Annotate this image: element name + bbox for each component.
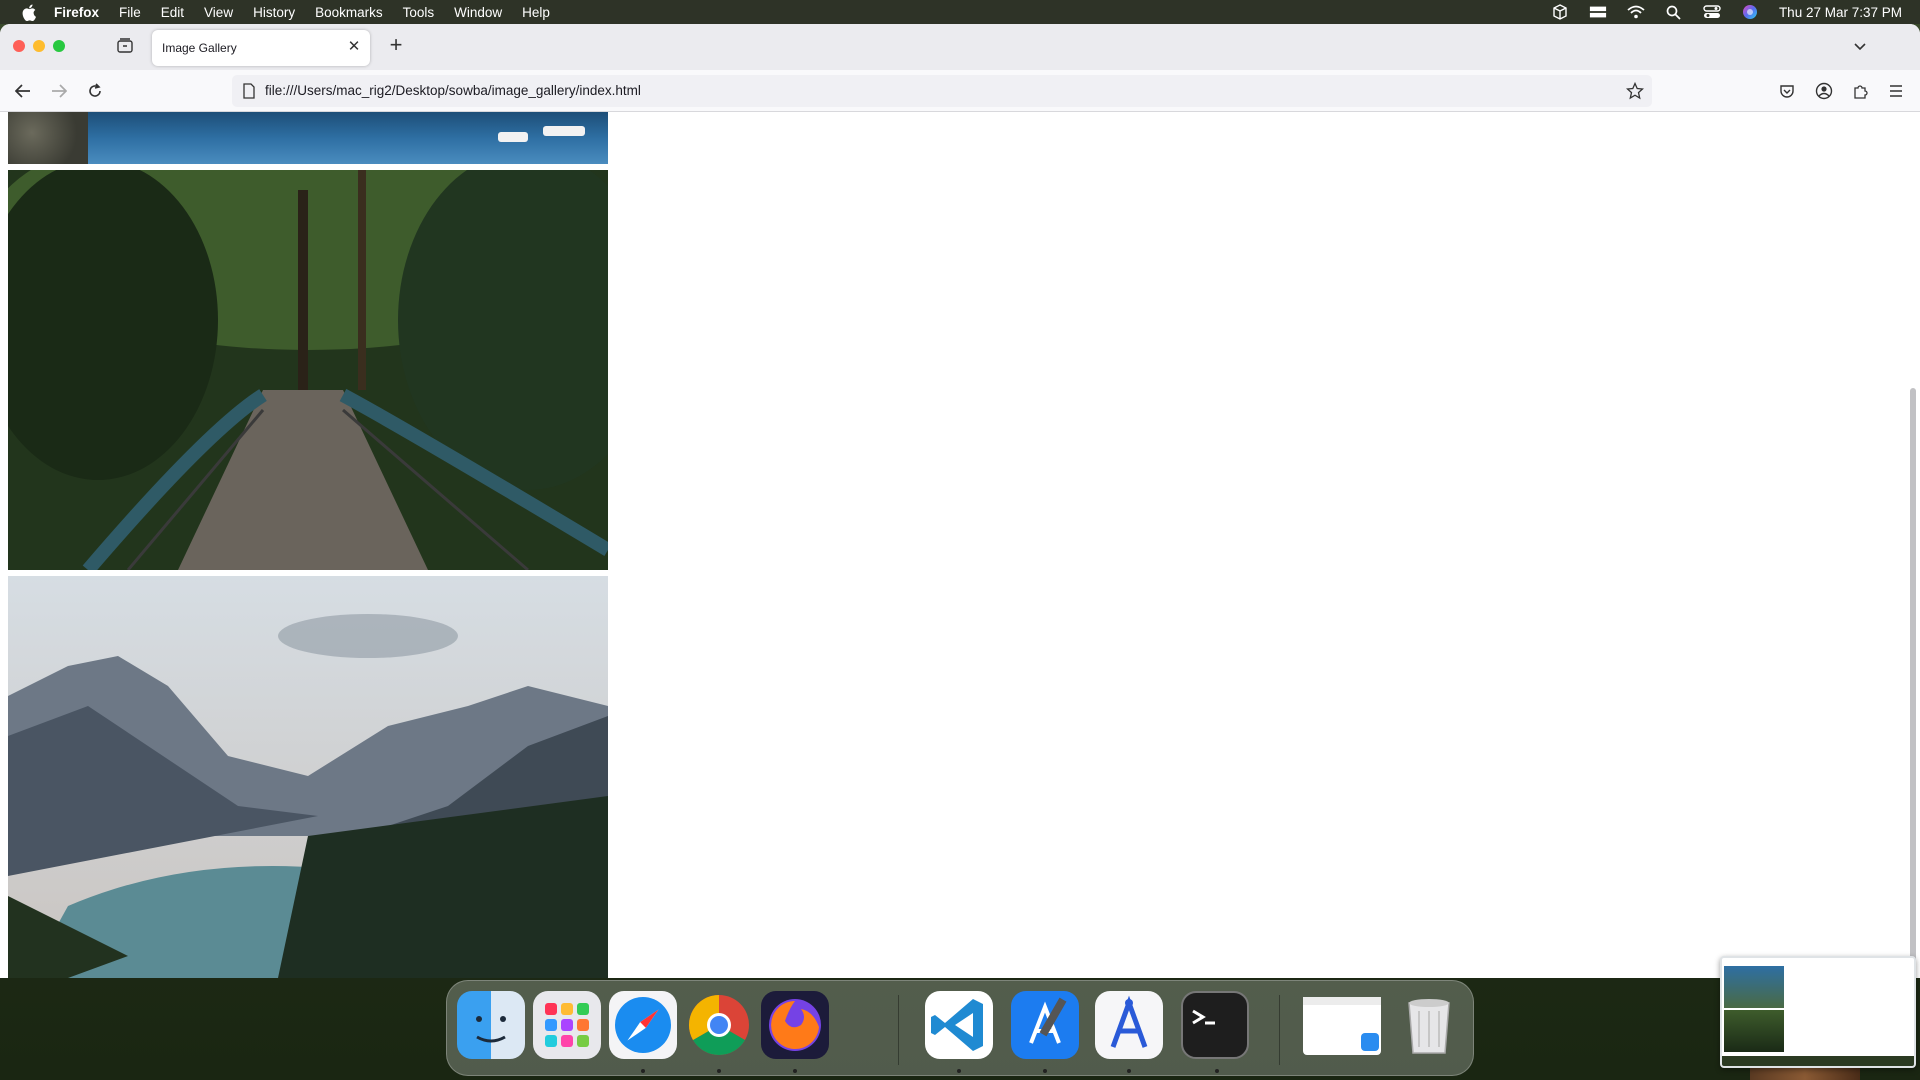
trash-dock-icon[interactable] bbox=[1395, 991, 1463, 1059]
running-indicator bbox=[793, 1069, 797, 1073]
finder-dock-icon[interactable] bbox=[457, 991, 525, 1059]
running-indicator bbox=[717, 1069, 721, 1073]
menu-view[interactable]: View bbox=[204, 5, 233, 20]
menu-file[interactable]: File bbox=[119, 5, 141, 20]
xcode-dock-icon[interactable] bbox=[1011, 991, 1079, 1059]
firefox-dock-icon[interactable] bbox=[761, 991, 829, 1059]
control-center-icon[interactable] bbox=[1703, 4, 1721, 20]
tab-title: Image Gallery bbox=[162, 41, 237, 55]
vertical-scrollbar[interactable] bbox=[1910, 388, 1916, 968]
apple-menu-icon[interactable] bbox=[20, 3, 38, 21]
page-document-icon bbox=[242, 83, 258, 99]
zoom-window-button[interactable] bbox=[53, 40, 65, 52]
minimize-window-button[interactable] bbox=[33, 40, 45, 52]
vscode-dock-icon[interactable] bbox=[925, 991, 993, 1059]
running-indicator bbox=[641, 1069, 645, 1073]
wifi-icon[interactable] bbox=[1627, 4, 1645, 20]
forward-arrow-icon[interactable] bbox=[49, 81, 69, 101]
clock[interactable]: Thu 27 Mar 7:37 PM bbox=[1779, 5, 1902, 20]
rocks-decoration bbox=[8, 112, 88, 164]
safari-dock-icon[interactable] bbox=[609, 991, 677, 1059]
running-indicator bbox=[1127, 1069, 1131, 1073]
terminal-dock-icon[interactable] bbox=[1181, 991, 1249, 1059]
menu-bar: Firefox File Edit View History Bookmarks… bbox=[0, 0, 1920, 24]
new-tab-button[interactable]: + bbox=[386, 34, 406, 56]
firefox-view-icon[interactable] bbox=[116, 37, 134, 55]
bookmark-star-icon[interactable] bbox=[1625, 81, 1645, 100]
menu-tools[interactable]: Tools bbox=[403, 5, 435, 20]
package-icon[interactable] bbox=[1551, 4, 1569, 20]
running-indicator bbox=[957, 1069, 961, 1073]
dock-separator bbox=[898, 995, 899, 1065]
siri-icon[interactable] bbox=[1741, 4, 1759, 20]
boat-decoration bbox=[543, 126, 585, 136]
boat-decoration bbox=[498, 132, 528, 142]
close-tab-icon[interactable]: ✕ bbox=[346, 39, 362, 55]
gallery-image-coastline[interactable] bbox=[8, 112, 608, 164]
account-icon[interactable] bbox=[1814, 81, 1834, 101]
browser-window: Image Gallery ✕ + file:///Users/mac_rig2… bbox=[0, 24, 1920, 978]
extensions-puzzle-icon[interactable] bbox=[1850, 81, 1870, 101]
pocket-icon[interactable] bbox=[1777, 81, 1797, 101]
thumbnail-dock-strip bbox=[1722, 1056, 1914, 1066]
running-indicator bbox=[1215, 1069, 1219, 1073]
gallery-image-forest-bridge[interactable] bbox=[8, 170, 608, 570]
chrome-dock-icon[interactable] bbox=[685, 991, 753, 1059]
menu-history[interactable]: History bbox=[253, 5, 295, 20]
tab-image-gallery[interactable]: Image Gallery ✕ bbox=[152, 30, 370, 66]
instruments-dock-icon[interactable] bbox=[1095, 991, 1163, 1059]
menu-edit[interactable]: Edit bbox=[161, 5, 184, 20]
url-bar[interactable]: file:///Users/mac_rig2/Desktop/sowba/ima… bbox=[232, 75, 1652, 107]
gallery-image-mountain-lake[interactable] bbox=[8, 576, 608, 978]
menu-window[interactable]: Window bbox=[454, 5, 502, 20]
thumbnail-image bbox=[1724, 966, 1784, 1008]
menu-app-name[interactable]: Firefox bbox=[54, 5, 99, 20]
page-content bbox=[0, 112, 1920, 978]
display-mirror-icon[interactable] bbox=[1589, 4, 1607, 20]
dock-separator bbox=[1279, 995, 1280, 1065]
navigation-toolbar: file:///Users/mac_rig2/Desktop/sowba/ima… bbox=[0, 70, 1920, 112]
menu-help[interactable]: Help bbox=[522, 5, 550, 20]
menu-bookmarks[interactable]: Bookmarks bbox=[315, 5, 383, 20]
hamburger-menu-icon[interactable] bbox=[1886, 81, 1906, 101]
running-indicator bbox=[1043, 1069, 1047, 1073]
thumbnail-image bbox=[1724, 1010, 1784, 1052]
dock bbox=[446, 980, 1474, 1076]
spotlight-search-icon[interactable] bbox=[1665, 4, 1683, 20]
launchpad-dock-icon[interactable] bbox=[533, 991, 601, 1059]
list-all-tabs-chevron-icon[interactable] bbox=[1852, 38, 1868, 54]
back-arrow-icon[interactable] bbox=[13, 81, 33, 101]
preview-window-dock-icon[interactable] bbox=[1303, 997, 1381, 1055]
tab-bar: Image Gallery ✕ + bbox=[0, 24, 1920, 70]
reload-icon[interactable] bbox=[85, 81, 105, 101]
url-text[interactable]: file:///Users/mac_rig2/Desktop/sowba/ima… bbox=[265, 83, 641, 98]
screenshot-thumbnail-preview[interactable] bbox=[1720, 956, 1916, 1068]
close-window-button[interactable] bbox=[13, 40, 25, 52]
